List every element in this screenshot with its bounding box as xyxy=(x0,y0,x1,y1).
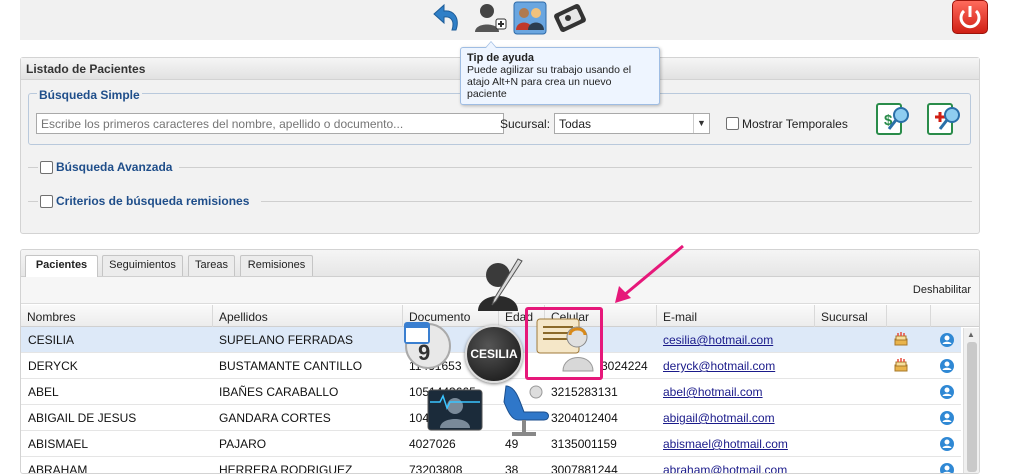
highlight-box xyxy=(525,307,603,380)
cell-celular: 3204012404 xyxy=(551,411,618,425)
divider xyxy=(179,167,972,168)
patient-card-icon[interactable] xyxy=(552,0,588,36)
advanced-search-label: Búsqueda Avanzada xyxy=(56,160,173,174)
cell-nombres: ABISMAEL xyxy=(28,437,89,451)
table-row[interactable]: ABIGAIL DE JESUS GANDARA CORTES 104 3204… xyxy=(21,405,961,431)
cell-nombres: ABIGAIL DE JESUS xyxy=(28,411,137,425)
divider xyxy=(28,167,38,168)
user-action-icon[interactable] xyxy=(939,410,955,429)
svg-text:9: 9 xyxy=(418,340,430,365)
back-icon[interactable] xyxy=(430,0,466,36)
cell-celular: 3215283131 xyxy=(551,385,618,399)
dental-chair-icon[interactable] xyxy=(494,382,554,438)
branch-label: Sucursal: xyxy=(500,117,551,131)
cell-apellidos: GANDARA CORTES xyxy=(219,411,331,425)
divider xyxy=(261,201,972,202)
cell-apellidos: PAJARO xyxy=(219,437,267,451)
annotation-arrow xyxy=(615,244,684,303)
tab-seguimientos[interactable]: Seguimientos xyxy=(102,255,183,276)
billing-search-icon[interactable]: $ xyxy=(873,101,911,137)
branch-select-value: Todas xyxy=(559,117,592,131)
user-action-icon[interactable] xyxy=(939,436,955,455)
referral-criteria-label: Criterios de búsqueda remisiones xyxy=(56,194,250,208)
table-row[interactable]: ABRAHAM HERRERA RODRIGUEZ 73203808 38 30… xyxy=(21,457,961,474)
user-action-icon[interactable] xyxy=(939,358,955,377)
column-header-apellidos[interactable]: Apellidos xyxy=(213,305,403,327)
cell-celular: 3135001159 xyxy=(551,437,617,451)
tab-pacientes[interactable]: Pacientes xyxy=(25,255,98,277)
tooltip-body: Puede agilizar su trabajo usando el ataj… xyxy=(467,64,632,100)
referral-criteria-checkbox[interactable] xyxy=(40,195,53,208)
cell-nombres: ABEL xyxy=(28,385,59,399)
cell-apellidos: BUSTAMANTE CANTILLO xyxy=(219,359,363,373)
cell-edad: 38 xyxy=(505,463,519,474)
simple-search-legend: Búsqueda Simple xyxy=(37,88,142,102)
disable-button[interactable]: Deshabilitar xyxy=(913,284,971,296)
divider xyxy=(28,201,38,202)
top-toolbar xyxy=(20,0,988,40)
cell-apellidos: IBAÑES CARABALLO xyxy=(219,385,339,399)
column-header-nombres[interactable]: Nombres xyxy=(21,305,213,327)
cell-email[interactable]: cesilia@hotmail.com xyxy=(663,333,773,347)
cell-email[interactable]: abigail@hotmail.com xyxy=(663,411,775,425)
scroll-thumb[interactable] xyxy=(967,342,977,472)
birthday-cake-icon xyxy=(893,357,909,376)
scroll-up-icon[interactable]: ▲ xyxy=(967,330,975,339)
show-temporary-checkbox[interactable] xyxy=(726,117,739,130)
medical-search-icon[interactable] xyxy=(924,101,962,137)
edit-patient-icon[interactable] xyxy=(476,255,524,315)
column-header-actions xyxy=(931,305,961,327)
vertical-scrollbar[interactable]: ▲ xyxy=(963,328,979,473)
table-row[interactable]: ABISMAEL PAJARO 4027026 49 3135001159 ab… xyxy=(21,431,961,457)
tab-tareas[interactable]: Tareas xyxy=(188,255,235,276)
column-header-sucursal[interactable]: Sucursal xyxy=(815,305,887,327)
selected-patient-name: CESILIA xyxy=(465,325,523,383)
branch-select[interactable]: Todas ▼ xyxy=(554,113,710,134)
cell-email[interactable]: abraham@hotmail.com xyxy=(663,463,787,473)
cell-nombres: ABRAHAM xyxy=(28,463,88,474)
power-off-button[interactable] xyxy=(952,0,988,34)
cell-apellidos: SUPELANO FERRADAS xyxy=(219,333,354,347)
cell-email[interactable]: abismael@hotmail.com xyxy=(663,437,788,451)
chevron-down-icon: ▼ xyxy=(693,114,709,133)
patients-group-icon[interactable] xyxy=(512,0,548,36)
show-temporary-label: Mostrar Temporales xyxy=(742,117,848,131)
cell-apellidos: HERRERA RODRIGUEZ xyxy=(219,463,353,474)
cell-documento: 73203808 xyxy=(409,463,463,474)
user-action-icon[interactable] xyxy=(939,462,955,473)
cell-email[interactable]: abel@hotmail.com xyxy=(663,385,763,399)
user-action-icon[interactable] xyxy=(939,384,955,403)
cell-email[interactable]: deryck@hotmail.com xyxy=(663,359,775,373)
search-input[interactable] xyxy=(36,113,504,134)
calendar-icon[interactable]: 9 xyxy=(400,320,456,370)
user-action-icon[interactable] xyxy=(939,332,955,351)
tooltip-arrow xyxy=(485,41,497,48)
cell-nombres: CESILIA xyxy=(28,333,75,347)
add-patient-icon[interactable] xyxy=(472,0,508,36)
birthday-cake-icon xyxy=(893,331,909,350)
cell-edad: 49 xyxy=(505,437,519,451)
help-tooltip: Tip de ayuda Puede agilizar su trabajo u… xyxy=(460,41,660,105)
cell-celular: 3007881244 xyxy=(551,463,618,474)
monitor-patient-icon[interactable] xyxy=(426,388,484,436)
tooltip-title: Tip de ayuda xyxy=(467,52,535,64)
column-header-actions xyxy=(887,305,931,327)
tab-remisiones[interactable]: Remisiones xyxy=(240,255,313,276)
cell-nombres: DERYCK xyxy=(28,359,78,373)
cell-celular: 3024224 xyxy=(601,359,648,373)
cell-documento: 4027026 xyxy=(409,437,456,451)
advanced-search-checkbox[interactable] xyxy=(40,161,53,174)
